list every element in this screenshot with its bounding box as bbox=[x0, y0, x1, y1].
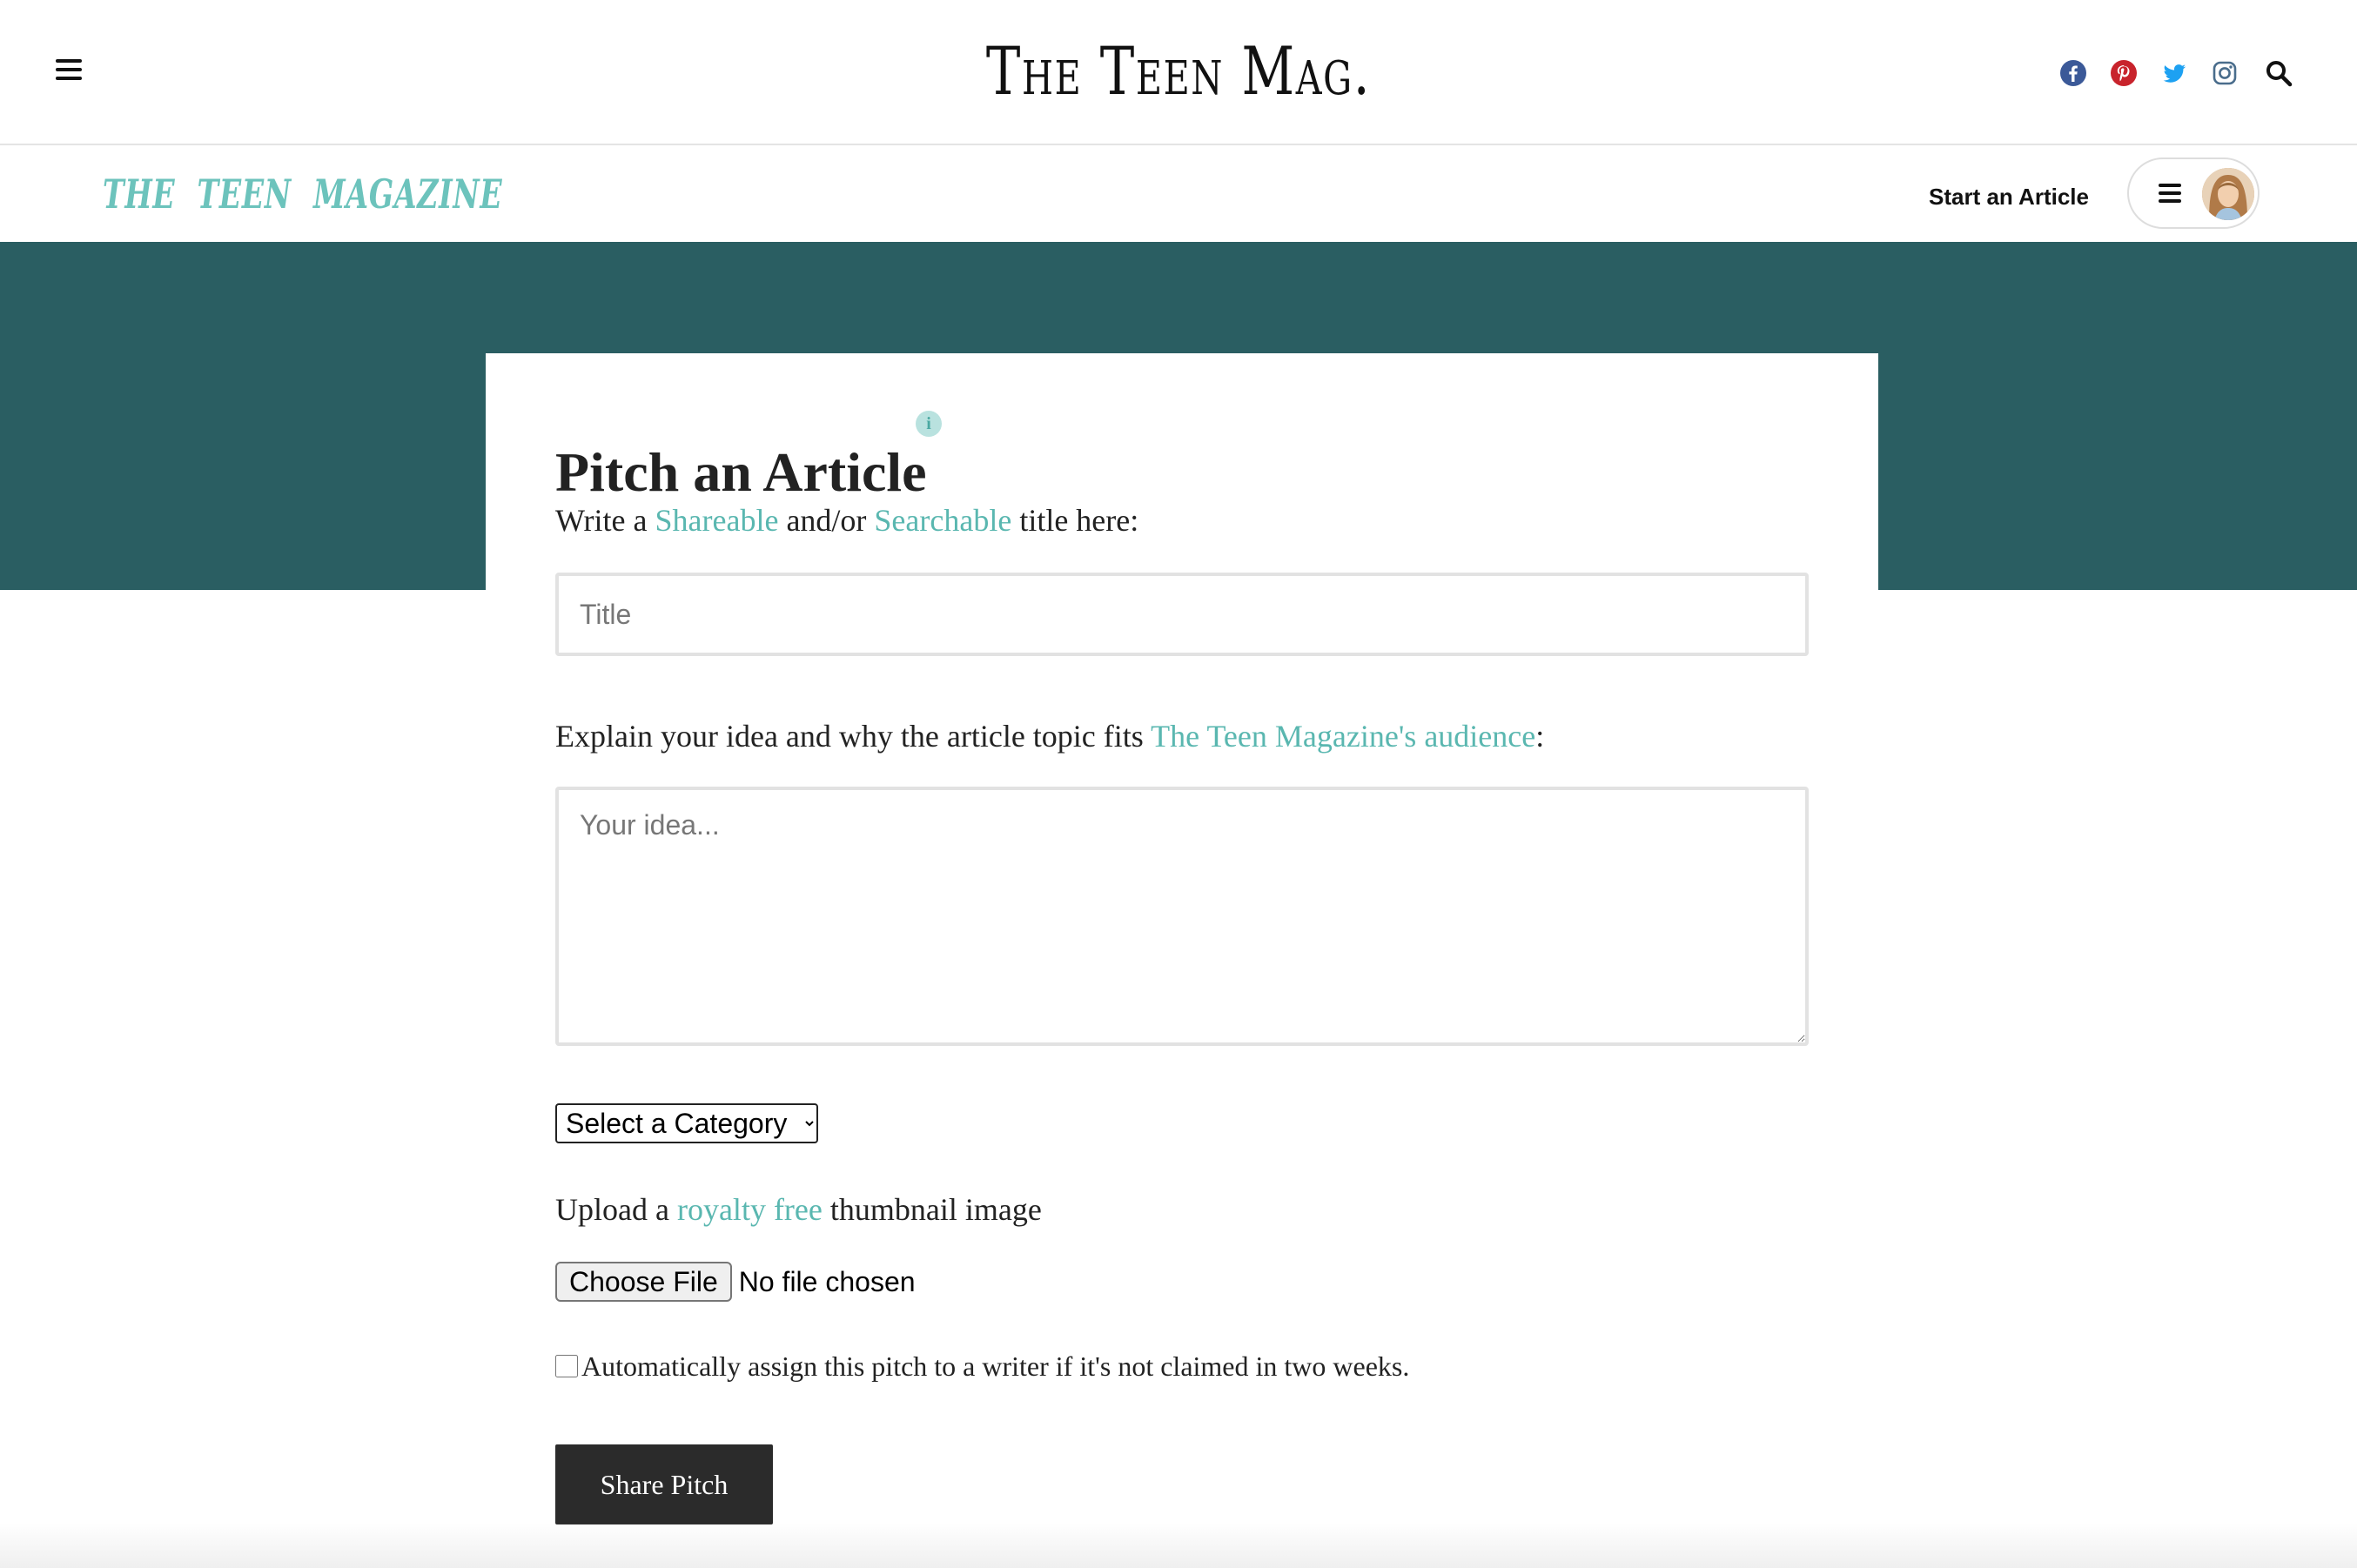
instagram-icon[interactable] bbox=[2211, 59, 2239, 87]
audience-link[interactable]: The Teen Magazine's audience bbox=[1151, 719, 1535, 754]
upload-field-label: Upload a royalty free thumbnail image bbox=[555, 1190, 1042, 1229]
auto-assign-label[interactable]: Automatically assign this pitch to a wri… bbox=[581, 1349, 1409, 1384]
title-field-label: Write a Shareable and/or Searchable titl… bbox=[555, 501, 1138, 539]
avatar bbox=[2202, 168, 2254, 220]
share-pitch-button[interactable]: Share Pitch bbox=[555, 1444, 773, 1524]
search-icon[interactable] bbox=[2265, 59, 2293, 87]
auto-assign-checkbox[interactable] bbox=[555, 1355, 578, 1377]
menu-icon bbox=[2159, 184, 2181, 203]
pinterest-icon[interactable] bbox=[2110, 59, 2138, 87]
label-text: Write a bbox=[555, 503, 655, 538]
title-input[interactable] bbox=[555, 573, 1809, 656]
magazine-logo[interactable]: THE TEEN MAGAZINE bbox=[103, 170, 502, 218]
label-text: Upload a bbox=[555, 1192, 677, 1227]
top-header: The Teen Mag. bbox=[0, 0, 2357, 145]
searchable-link[interactable]: Searchable bbox=[874, 503, 1011, 538]
label-text: title here: bbox=[1011, 503, 1139, 538]
royalty-free-link[interactable]: royalty free bbox=[677, 1192, 823, 1227]
facebook-icon[interactable] bbox=[2059, 59, 2087, 87]
category-select[interactable]: Select a Category bbox=[555, 1103, 818, 1143]
page-title: Pitch an Article bbox=[555, 440, 927, 503]
idea-field-label: Explain your idea and why the article to… bbox=[555, 717, 1544, 755]
file-status: No file chosen bbox=[738, 1265, 916, 1297]
label-text: thumbnail image bbox=[822, 1192, 1042, 1227]
idea-textarea[interactable] bbox=[555, 787, 1809, 1046]
main-menu-icon[interactable] bbox=[56, 59, 82, 80]
user-menu-button[interactable] bbox=[2127, 157, 2260, 229]
social-links bbox=[2059, 59, 2239, 89]
twitter-icon[interactable] bbox=[2160, 59, 2188, 87]
pitch-form: Pitch an Article i Write a Shareable and… bbox=[486, 353, 1878, 1568]
info-icon[interactable]: i bbox=[916, 411, 942, 437]
label-text: and/or bbox=[778, 503, 875, 538]
brand-logo[interactable]: The Teen Mag. bbox=[975, 35, 1382, 108]
start-article-link[interactable]: Start an Article bbox=[1929, 184, 2089, 210]
choose-file-button[interactable]: Choose File bbox=[555, 1262, 732, 1302]
auto-assign-row: Automatically assign this pitch to a wri… bbox=[555, 1347, 1409, 1385]
shareable-link[interactable]: Shareable bbox=[655, 503, 779, 538]
label-text: : bbox=[1535, 719, 1545, 754]
label-text: Explain your idea and why the article to… bbox=[555, 719, 1152, 754]
secondary-nav: THE TEEN MAGAZINE Start an Article bbox=[0, 145, 2357, 241]
file-upload: Choose File No file chosen bbox=[555, 1260, 916, 1303]
